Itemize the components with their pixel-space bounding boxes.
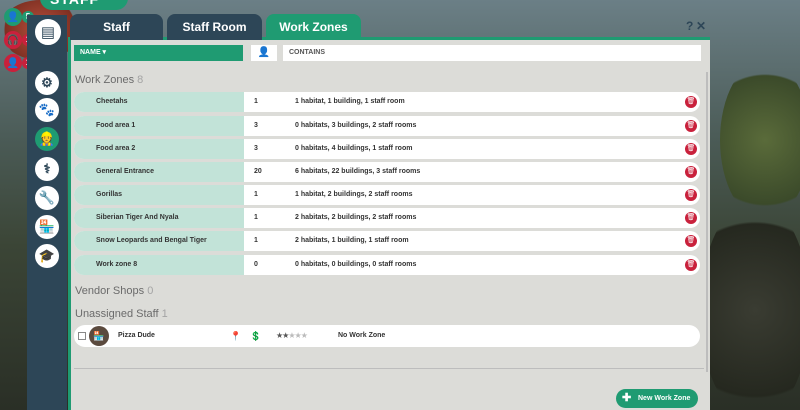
headphones-icon[interactable]: 🎧 [4,31,22,49]
shop-icon[interactable]: 🏪 [35,215,59,239]
delete-icon[interactable]: 🗑 [685,235,697,247]
person-icon[interactable]: 👤 [4,8,22,26]
background-tree-green [720,60,800,220]
work-zone-row[interactable]: ▼ General Entrance 20 6 habitats, 22 bui… [74,162,700,182]
work-zone-row[interactable]: ▼ Work zone 8 0 0 habitats, 0 buildings,… [74,255,700,275]
work-zone-row[interactable]: ▼ Gorillas 1 1 habitat, 2 buildings, 2 s… [74,185,700,205]
delete-icon[interactable]: 🗑 [685,120,697,132]
staff-select-checkbox[interactable] [78,332,86,340]
help-icon[interactable]: ? [686,19,693,33]
work-zone-row[interactable]: ▼ Snow Leopards and Bengal Tiger 1 2 hab… [74,231,700,251]
vendor-shops-section-title: Vendor Shops 0 [75,285,154,297]
staff-icon[interactable]: 👷 [35,127,59,151]
sort-name-header[interactable]: NAME ▾ [74,45,243,61]
close-icon[interactable]: ✕ [696,19,706,33]
background-rocks [700,200,800,410]
contains-header[interactable]: CONTAINS [283,45,701,61]
wrench-icon[interactable]: 🔧 [35,186,59,210]
work-zone-row[interactable]: ▼ Food area 2 3 0 habitats, 4 buildings,… [74,139,700,159]
staff-name: Pizza Dude [118,332,155,339]
delete-icon[interactable]: 🗑 [685,212,697,224]
work-zone-row[interactable]: ▼ Food area 1 3 0 habitats, 3 buildings,… [74,116,700,136]
work-zone-row[interactable]: ▼ Cheetahs 1 1 habitat, 1 building, 1 st… [74,92,700,112]
scrollbar[interactable] [706,72,708,372]
delete-icon[interactable]: 🗑 [685,259,697,271]
alert-person-icon[interactable]: 👤 [4,54,22,72]
person-column-icon[interactable]: 👤 [251,45,277,61]
column-header-row: NAME ▾ 👤 CONTAINS [74,45,702,61]
notes-icon[interactable]: ▤ [33,17,63,47]
delete-icon[interactable]: 🗑 [685,96,697,108]
tab-staff-room[interactable]: Staff Room [167,14,262,40]
tab-work-zones[interactable]: Work Zones [266,14,361,40]
work-zone-row[interactable]: ▼ Siberian Tiger And Nyala 1 2 habitats,… [74,208,700,228]
unassigned-staff-row[interactable]: 🏪 Pizza Dude 📍 💲 ★★★★★ No Work Zone [74,325,700,347]
locate-pin-icon[interactable]: 📍 [230,325,241,347]
plus-icon: ✚ [622,392,632,404]
vendor-avatar-icon: 🏪 [89,326,109,346]
divider [74,368,704,369]
delete-icon[interactable]: 🗑 [685,189,697,201]
tab-staff[interactable]: Staff [70,14,163,40]
work-zones-section-title: Work Zones 8 [75,74,144,86]
vet-icon[interactable]: ⚕ [35,157,59,181]
new-work-zone-button[interactable]: ✚ New Work Zone [616,389,698,408]
staff-title-tab: STAFF [40,0,128,10]
graduation-icon[interactable]: 🎓 [35,244,59,268]
unassigned-staff-section-title: Unassigned Staff 1 [75,308,168,320]
paw-icon[interactable]: 🐾 [35,98,59,122]
staff-rating-stars: ★★★★★ [276,331,308,340]
delete-icon[interactable]: 🗑 [685,166,697,178]
wage-icon: 💲 [250,331,262,341]
staff-work-zone: No Work Zone [338,332,386,339]
delete-icon[interactable]: 🗑 [685,143,697,155]
gear-person-icon[interactable]: ⚙ [35,71,59,95]
